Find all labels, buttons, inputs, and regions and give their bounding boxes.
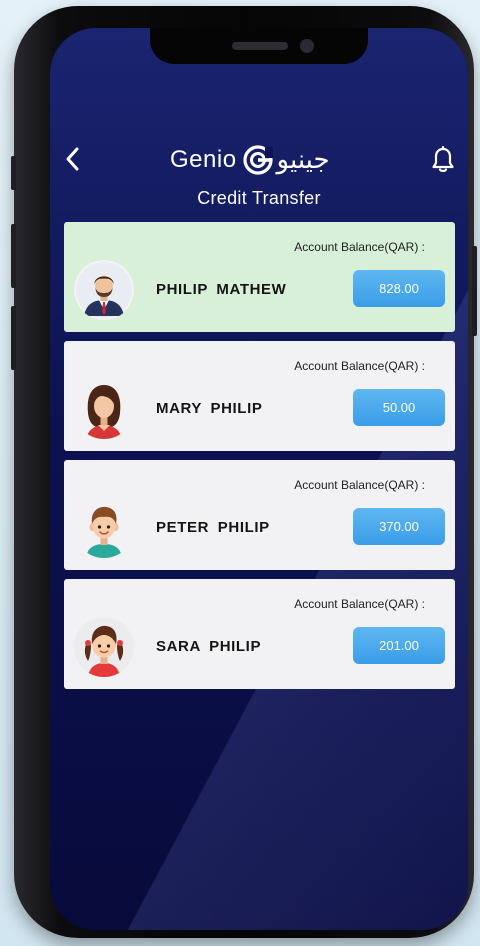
account-card-peter-philip[interactable]: Account Balance(QAR) : PETER PHILIP 370.…: [64, 460, 455, 570]
front-camera: [300, 39, 314, 53]
brand-logo: Genio جينيو: [170, 140, 330, 180]
balance-label: Account Balance(QAR) :: [294, 597, 425, 611]
power-button: [472, 246, 477, 336]
balance-label: Account Balance(QAR) :: [294, 359, 425, 373]
balance-button[interactable]: 50.00: [353, 389, 445, 426]
account-holder-name: PHILIP MATHEW: [156, 281, 287, 298]
account-holder-name: PETER PHILIP: [156, 519, 270, 536]
phone-screen: Genio جينيو Credit Transfer Account Bala…: [50, 28, 468, 930]
balance-label: Account Balance(QAR) :: [294, 240, 425, 254]
account-holder-name: MARY PHILIP: [156, 400, 263, 417]
page-title: Credit Transfer: [197, 188, 321, 208]
mute-switch: [11, 156, 16, 190]
account-card-sara-philip[interactable]: Account Balance(QAR) : SARA PHILIP 201.0…: [64, 579, 455, 689]
man-avatar-icon: [74, 260, 134, 320]
woman-avatar-icon: [74, 379, 134, 439]
speaker-grille: [232, 42, 288, 50]
notch: [150, 28, 368, 64]
brand-name-english: Genio: [170, 146, 237, 173]
balance-button[interactable]: 370.00: [353, 508, 445, 545]
avatar: [74, 260, 134, 320]
brand-name-arabic: جينيو: [276, 145, 330, 175]
account-holder-name: SARA PHILIP: [156, 638, 262, 655]
avatar: [74, 379, 134, 439]
account-card-mary-philip[interactable]: Account Balance(QAR) : MARY PHILIP 50.00: [64, 341, 455, 451]
account-card-philip-mathew[interactable]: Account Balance(QAR) : PHILIP MATHEW 828…: [64, 222, 455, 332]
back-button[interactable]: [62, 145, 84, 173]
balance-button[interactable]: 828.00: [353, 270, 445, 307]
balance-label: Account Balance(QAR) :: [294, 478, 425, 492]
genio-logo-icon: [242, 145, 273, 175]
bell-icon: [432, 145, 454, 173]
chevron-left-icon: [66, 147, 79, 171]
balance-button[interactable]: 201.00: [353, 627, 445, 664]
avatar: [74, 498, 134, 558]
notifications-button[interactable]: [430, 145, 456, 174]
avatar: [74, 617, 134, 677]
boy-avatar-icon: [74, 498, 134, 558]
volume-down-button: [11, 306, 16, 370]
girl-avatar-icon: [74, 617, 134, 677]
phone-frame: Genio جينيو Credit Transfer Account Bala…: [11, 6, 477, 938]
volume-up-button: [11, 224, 16, 288]
